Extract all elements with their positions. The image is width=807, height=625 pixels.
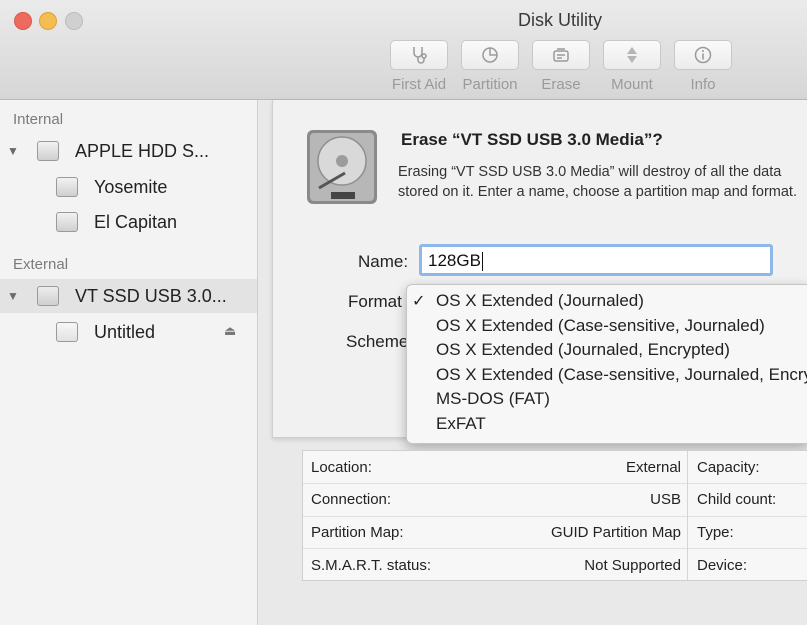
volume-icon (56, 212, 78, 232)
sidebar-item-apple-hdd[interactable]: ▼ APPLE HDD S... (0, 134, 257, 168)
erase-disk-icon (553, 48, 569, 62)
volume-icon (56, 177, 78, 197)
erase-label: Erase (541, 76, 581, 93)
dialog-description: Erasing “VT SSD USB 3.0 Media” will dest… (398, 164, 797, 200)
info-label-child-count: Child count: (697, 491, 777, 508)
volume-icon (56, 322, 78, 342)
sidebar-item-el-capitan[interactable]: El Capitan (0, 205, 257, 239)
info-value-location: External (625, 459, 681, 476)
info-label-smart-status: S.M.A.R.T. status: (311, 557, 432, 574)
first-aid-button[interactable]: First Aid (384, 40, 454, 93)
info-label-device: Device: (697, 557, 748, 574)
format-label: Format (348, 292, 402, 311)
info-label: Info (690, 76, 716, 93)
mount-icon (627, 47, 637, 63)
menu-item-journaled-encrypted[interactable]: OS X Extended (Journaled, Encrypted) (407, 338, 807, 362)
format-dropdown-menu: ✓ OS X Extended (Journaled) OS X Extende… (406, 284, 807, 444)
info-label-location: Location: (311, 459, 372, 476)
info-label-partition-map: Partition Map: (311, 524, 404, 541)
info-button[interactable]: Info (668, 40, 738, 93)
info-value-partition-map: GUID Partition Map (550, 524, 681, 541)
mount-label: Mount (611, 76, 653, 93)
sidebar-section-external: External (13, 256, 69, 273)
info-label-connection: Connection: (311, 491, 392, 508)
sidebar-item-label: Yosemite (94, 176, 168, 197)
partition-label: Partition (462, 76, 518, 93)
hard-disk-icon (37, 141, 59, 161)
pie-icon (482, 47, 498, 63)
sidebar-item-label: VT SSD USB 3.0... (75, 285, 227, 306)
disk-info-table: Location: External Capacity: Connection:… (302, 450, 807, 581)
eject-icon[interactable]: ⏏ (224, 323, 236, 339)
info-icon (694, 46, 712, 64)
info-value-connection: USB (650, 491, 681, 508)
menu-item-label: OS X Extended (Case-sensitive, Journaled… (436, 316, 765, 335)
menu-item-exfat[interactable]: ExFAT (407, 412, 807, 436)
menu-item-label: ExFAT (436, 414, 486, 433)
partition-button[interactable]: Partition (455, 40, 525, 93)
sidebar-item-untitled[interactable]: Untitled ⏏ (0, 315, 257, 349)
info-label-capacity: Capacity: (697, 459, 760, 476)
sidebar-item-vt-ssd[interactable]: ▼ VT SSD USB 3.0... (0, 279, 257, 313)
window-title: Disk Utility (518, 10, 602, 30)
sidebar-item-yosemite[interactable]: Yosemite (0, 170, 257, 204)
menu-item-ms-dos-fat[interactable]: MS-DOS (FAT) (407, 387, 807, 411)
name-value: 128GB (428, 251, 481, 270)
dialog-title: Erase “VT SSD USB 3.0 Media”? (401, 130, 663, 149)
menu-item-label: OS X Extended (Journaled, Encrypted) (436, 340, 730, 359)
menu-item-label: OS X Extended (Case-sensitive, Journaled… (436, 365, 807, 384)
name-field[interactable]: 128GB (419, 244, 773, 276)
window-toolbar: Disk Utility First Aid Partition Erase M… (0, 0, 807, 100)
sidebar-item-label: Untitled (94, 321, 156, 342)
info-label-type: Type: (697, 524, 734, 541)
menu-item-case-sensitive-journaled-encrypted[interactable]: OS X Extended (Case-sensitive, Journaled… (407, 363, 807, 387)
hard-drive-icon (307, 130, 377, 204)
external-disk-icon (37, 286, 59, 306)
text-caret (481, 252, 483, 272)
sidebar-item-label: El Capitan (94, 211, 178, 232)
stethoscope-icon (413, 47, 427, 64)
sidebar-section-internal: Internal (13, 111, 64, 128)
name-label: Name: (358, 252, 409, 271)
scheme-label: Scheme (346, 332, 406, 351)
menu-item-label: MS-DOS (FAT) (436, 389, 550, 408)
sidebar-item-label: APPLE HDD S... (75, 140, 210, 161)
menu-item-os-x-extended-journaled[interactable]: ✓ OS X Extended (Journaled) (407, 289, 807, 313)
menu-item-case-sensitive-journaled[interactable]: OS X Extended (Case-sensitive, Journaled… (407, 314, 807, 338)
disclosure-triangle-icon[interactable]: ▼ (7, 144, 19, 158)
mount-button[interactable]: Mount (597, 40, 667, 93)
erase-button[interactable]: Erase (526, 40, 596, 93)
first-aid-label: First Aid (391, 76, 447, 93)
disclosure-triangle-icon[interactable]: ▼ (7, 289, 19, 303)
checkmark-icon: ✓ (412, 293, 426, 310)
menu-item-label: OS X Extended (Journaled) (436, 291, 644, 310)
info-value-smart-status: Not Supported (584, 557, 681, 574)
